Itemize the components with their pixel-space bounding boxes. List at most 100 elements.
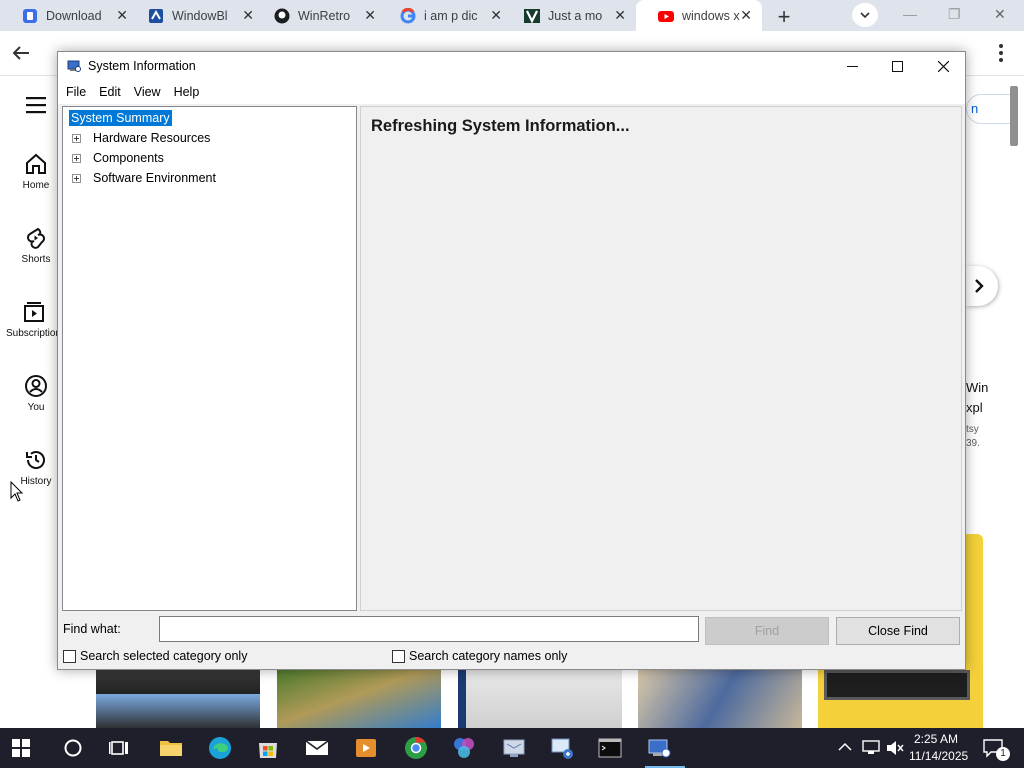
network-icon[interactable] [862, 740, 880, 756]
clock-time[interactable]: 2:25 AM [914, 732, 958, 746]
microsoft-store-icon[interactable] [256, 736, 280, 760]
more-menu-icon[interactable] [998, 43, 1004, 63]
tree-item-system-summary[interactable]: System Summary [67, 109, 172, 127]
google-icon [400, 7, 416, 23]
tab-close-icon[interactable]: ✕ [740, 7, 752, 24]
carousel-next-button[interactable] [966, 266, 998, 306]
window-title: System Information [88, 59, 196, 73]
browser-tab[interactable]: WinRetro ✕ [252, 0, 386, 31]
system-information-window: System Information File Edit View Help S… [57, 51, 966, 670]
search-category-names-checkbox[interactable]: Search category names only [392, 649, 567, 663]
video-title-fragment: Win [966, 380, 989, 395]
menu-bar: File Edit View Help [58, 80, 965, 104]
menu-file[interactable]: File [61, 85, 91, 99]
maximize-button[interactable] [874, 52, 920, 80]
video-title-fragment: xpl [966, 400, 983, 415]
maximize-icon [891, 60, 903, 72]
docs-blue-icon [23, 8, 37, 23]
tab-close-icon[interactable]: ✕ [364, 7, 376, 24]
video-thumbnail[interactable] [458, 670, 622, 730]
network-monitor-icon[interactable] [550, 736, 574, 760]
tab-title: windows x [682, 8, 740, 23]
volume-muted-icon[interactable] [886, 740, 904, 756]
checkbox-label: Search selected category only [80, 649, 248, 663]
tree-item-label: System Summary [69, 110, 172, 126]
windows-start-icon[interactable] [12, 739, 30, 757]
chevron-up-icon[interactable] [838, 740, 852, 754]
find-bar: Find what: Find Close Find Search select… [58, 612, 965, 669]
tab-title: i am p dic [424, 8, 478, 23]
checkbox-box[interactable] [392, 649, 405, 663]
youtube-content-right: n Win xpl tsy 39. [966, 76, 1024, 736]
tab-search-button[interactable] [852, 3, 878, 27]
menu-help[interactable]: Help [169, 85, 205, 99]
browser-tab[interactable]: Just a mo ✕ [502, 0, 636, 31]
close-icon [937, 60, 949, 72]
file-explorer-icon[interactable] [159, 736, 183, 760]
history-icon [26, 451, 45, 469]
browser-tab-active[interactable]: windows x ✕ [636, 0, 762, 31]
browser-tab[interactable]: Download ✕ [0, 0, 138, 31]
command-prompt-icon[interactable] [598, 736, 622, 760]
new-tab-button[interactable]: + [772, 4, 796, 30]
search-circle-icon[interactable] [61, 736, 85, 760]
snipping-tool-icon[interactable] [452, 736, 476, 760]
video-thumbnail[interactable] [638, 670, 802, 730]
expand-plus-icon[interactable] [72, 173, 81, 183]
details-pane: Refreshing System Information... [360, 106, 962, 611]
expand-plus-icon[interactable] [72, 133, 81, 143]
find-button[interactable]: Find [705, 617, 829, 645]
page-scrollbar-thumb[interactable] [1010, 86, 1018, 146]
browser-tab[interactable]: WindowBl ✕ [126, 0, 264, 31]
tree-item-software-environment[interactable]: Software Environment [67, 169, 216, 187]
clock-date[interactable]: 11/14/2025 [909, 749, 968, 763]
media-player-icon[interactable] [354, 736, 378, 760]
tab-title: Just a mo [548, 8, 603, 23]
restore-browser-button[interactable]: ❐ [948, 6, 961, 23]
video-thumbnail[interactable] [96, 670, 260, 730]
mouse-cursor-icon [10, 481, 24, 502]
windowblinds-icon [149, 8, 163, 23]
hamburger-menu-icon[interactable] [26, 96, 46, 114]
system-information-taskbar-icon[interactable] [647, 736, 671, 760]
video-thumbnail[interactable] [277, 670, 441, 730]
mail-icon[interactable] [305, 736, 329, 760]
tab-close-icon[interactable]: ✕ [614, 7, 626, 24]
back-arrow-icon[interactable] [12, 45, 30, 61]
sign-in-button-fragment[interactable]: n [966, 94, 1010, 124]
category-tree[interactable]: System Summary Hardware Resources Compon… [62, 106, 357, 611]
tree-item-label: Software Environment [93, 171, 216, 185]
search-selected-category-checkbox[interactable]: Search selected category only [63, 649, 247, 663]
close-window-button[interactable] [920, 52, 966, 80]
window-titlebar[interactable]: System Information [58, 52, 965, 80]
close-browser-button[interactable]: ✕ [994, 6, 1006, 23]
video-thumbnail[interactable] [818, 670, 982, 730]
nav-label: Shorts [21, 254, 51, 265]
tree-item-components[interactable]: Components [67, 149, 164, 167]
chevron-right-icon [975, 279, 984, 293]
home-icon [26, 153, 46, 174]
nav-label: History [20, 476, 52, 487]
status-message: Refreshing System Information... [371, 117, 630, 135]
video-meta-fragment: tsy [966, 424, 979, 435]
expand-plus-icon[interactable] [72, 153, 81, 163]
chrome-browser-icon[interactable] [404, 736, 428, 760]
you-icon [25, 375, 47, 397]
virtual-machine-icon[interactable] [502, 736, 526, 760]
checkbox-box[interactable] [63, 649, 76, 663]
chevron-down-icon [860, 12, 870, 18]
task-view-icon[interactable] [108, 736, 132, 760]
menu-edit[interactable]: Edit [94, 85, 126, 99]
tree-item-hardware-resources[interactable]: Hardware Resources [67, 129, 210, 147]
github-icon [274, 8, 290, 23]
close-find-button[interactable]: Close Find [836, 617, 960, 645]
edge-browser-icon[interactable] [208, 736, 232, 760]
minimize-browser-button[interactable]: — [903, 6, 917, 22]
tab-title: WinRetro [298, 8, 351, 23]
minimize-icon [846, 65, 858, 67]
minimize-button[interactable] [829, 52, 875, 80]
browser-tab[interactable]: i am p dic ✕ [378, 0, 512, 31]
tab-close-icon[interactable]: ✕ [490, 7, 502, 24]
menu-view[interactable]: View [129, 85, 166, 99]
find-input[interactable] [159, 616, 699, 642]
